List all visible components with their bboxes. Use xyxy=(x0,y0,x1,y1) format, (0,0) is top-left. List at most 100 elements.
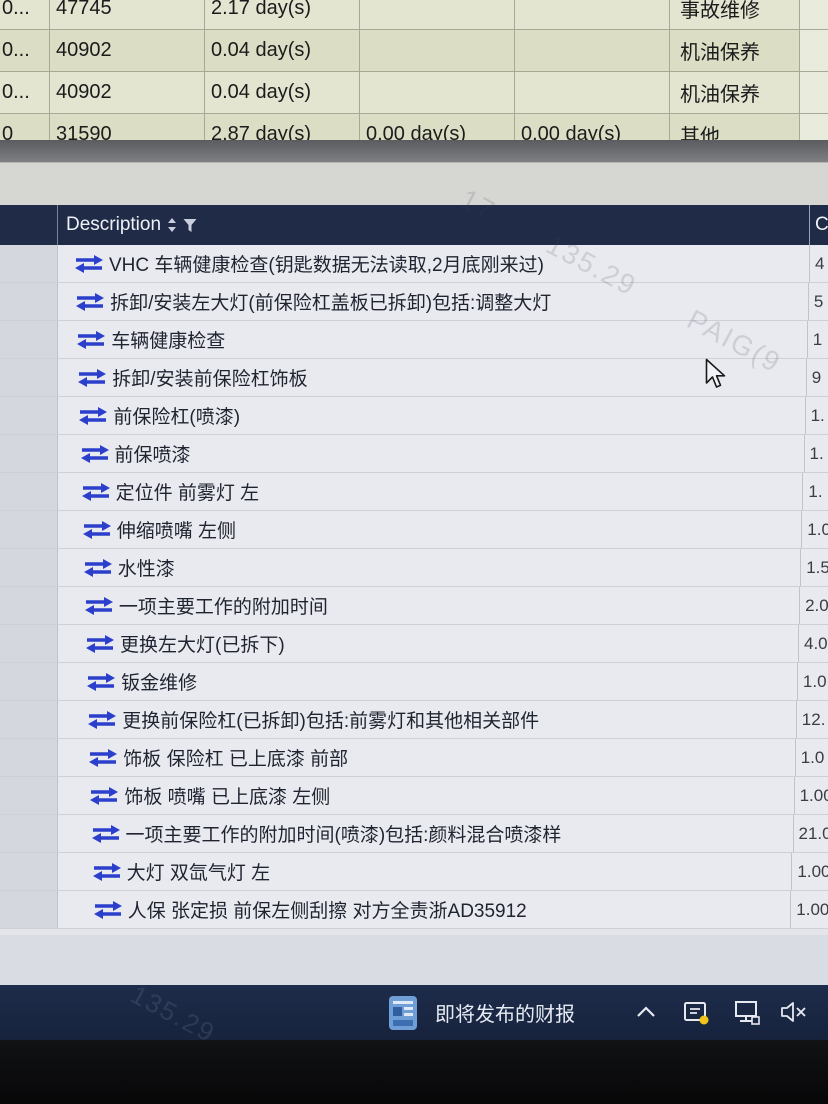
sort-icon[interactable] xyxy=(167,217,177,233)
value-cell: 2.0 xyxy=(805,595,828,615)
cell: 机油保养 xyxy=(670,72,800,113)
cell: 47745 xyxy=(50,0,205,29)
table-row[interactable]: 更换左大灯(已拆下) 4.0 xyxy=(0,625,828,663)
description-cell[interactable]: VHC 车辆健康检查(钥匙数据无法读取,2月底刚来过) xyxy=(58,245,810,282)
description-cell[interactable]: 前保险杠(喷漆) xyxy=(58,397,806,434)
description-cell[interactable]: 拆卸/安装左大灯(前保险杠盖板已拆卸)包括:调整大灯 xyxy=(58,283,809,320)
column-header-next[interactable]: C xyxy=(810,205,828,245)
cell: 0.00 day(s) xyxy=(515,114,670,140)
description-text: 一项主要工作的附加时间 xyxy=(118,597,328,618)
cell-empty xyxy=(800,30,828,71)
value-cell: 4.0 xyxy=(804,633,828,653)
table-row[interactable]: 饰板 保险杠 已上底漆 前部 1.0 xyxy=(0,739,828,777)
cell-empty xyxy=(800,114,828,140)
row-gutter xyxy=(0,321,58,358)
column-header-label: Description xyxy=(66,214,162,235)
value-cell: 12. xyxy=(801,709,826,729)
table-row[interactable]: 前保险杠(喷漆) 1. xyxy=(0,397,828,435)
description-cell[interactable]: 钣金维修 xyxy=(58,663,798,700)
table-row[interactable]: 饰板 喷嘴 已上底漆 左侧 1.00 xyxy=(0,777,828,815)
description-text: 前保喷漆 xyxy=(114,445,191,466)
row-gutter xyxy=(0,739,58,776)
table-row[interactable]: 拆卸/安装左大灯(前保险杠盖板已拆卸)包括:调整大灯 5 xyxy=(0,283,828,321)
row-gutter xyxy=(0,625,58,662)
network-icon[interactable] xyxy=(733,1000,761,1026)
table-row[interactable]: 0... 40902 0.04 day(s) 机油保养 xyxy=(0,30,828,72)
table-body: 0... 47745 2.17 day(s) 事故维修 0... 40902 0… xyxy=(0,0,828,140)
table-row[interactable]: 一项主要工作的附加时间(喷漆)包括:颜料混合喷漆样 21.0 xyxy=(0,815,828,853)
table-row[interactable]: 伸缩喷嘴 左侧 1.0 xyxy=(0,511,828,549)
value-cell: 1.0 xyxy=(807,519,828,539)
swap-icon[interactable] xyxy=(89,786,119,805)
value-cell: 5 xyxy=(813,291,824,311)
swap-icon[interactable] xyxy=(77,368,107,387)
description-cell[interactable]: 定位件 前雾灯 左 xyxy=(58,473,804,510)
description-cell[interactable]: 一项主要工作的附加时间(喷漆)包括:颜料混合喷漆样 xyxy=(58,815,794,852)
swap-icon[interactable] xyxy=(88,748,118,767)
cell: 0... xyxy=(0,0,50,29)
table-row[interactable]: 水性漆 1.5 xyxy=(0,549,828,587)
news-widget-icon[interactable] xyxy=(388,995,418,1031)
table-row[interactable]: 0... 40902 0.04 day(s) 机油保养 xyxy=(0,72,828,114)
news-widget-text[interactable]: 即将发布的财报 xyxy=(435,985,575,1040)
swap-icon[interactable] xyxy=(87,710,117,729)
description-cell[interactable]: 拆卸/安装前保险杠饰板 xyxy=(58,359,807,396)
swap-icon[interactable] xyxy=(92,862,122,881)
swap-icon[interactable] xyxy=(75,292,105,311)
description-text: 饰板 喷嘴 已上底漆 左侧 xyxy=(124,787,331,808)
table-row[interactable]: 更换前保险杠(已拆卸)包括:前雾灯和其他相关部件 12. xyxy=(0,701,828,739)
table-row[interactable]: 0... 47745 2.17 day(s) 事故维修 xyxy=(0,0,828,30)
speaker-muted-icon[interactable] xyxy=(780,1000,808,1024)
description-cell[interactable]: 车辆健康检查 xyxy=(58,321,808,358)
filter-icon[interactable] xyxy=(183,218,197,233)
horizontal-scrollbar[interactable] xyxy=(0,140,828,162)
tray-app-icon[interactable] xyxy=(683,1000,711,1026)
swap-icon[interactable] xyxy=(74,254,104,273)
table-row[interactable]: VHC 车辆健康检查(钥匙数据无法读取,2月底刚来过) 4 xyxy=(0,245,828,283)
table-row[interactable]: 人保 张定损 前保左侧刮擦 对方全责浙AD35912 1.00 xyxy=(0,891,828,929)
chevron-up-icon[interactable] xyxy=(636,1006,656,1018)
table-row[interactable]: 拆卸/安装前保险杠饰板 9 xyxy=(0,359,828,397)
description-text: 饰板 保险杠 已上底漆 前部 xyxy=(123,749,349,770)
description-cell[interactable]: 一项主要工作的附加时间 xyxy=(58,587,801,624)
swap-icon[interactable] xyxy=(76,330,106,349)
table-row[interactable]: 钣金维修 1.0 xyxy=(0,663,828,701)
description-cell[interactable]: 更换前保险杠(已拆卸)包括:前雾灯和其他相关部件 xyxy=(58,701,797,738)
table-row[interactable]: 大灯 双氙气灯 左 1.00 xyxy=(0,853,828,891)
swap-icon[interactable] xyxy=(85,634,115,653)
cell xyxy=(515,30,670,71)
description-cell[interactable]: 饰板 喷嘴 已上底漆 左侧 xyxy=(58,777,795,814)
value-cell: 1 xyxy=(812,329,823,349)
table-row[interactable]: 车辆健康检查 1 xyxy=(0,321,828,359)
description-cell[interactable]: 伸缩喷嘴 左侧 xyxy=(58,511,803,548)
description-cell[interactable]: 水性漆 xyxy=(58,549,802,586)
swap-icon[interactable] xyxy=(84,596,114,615)
description-text: 拆卸/安装左大灯(前保险杠盖板已拆卸)包括:调整大灯 xyxy=(110,293,552,314)
swap-icon[interactable] xyxy=(81,482,111,501)
swap-icon[interactable] xyxy=(80,444,110,463)
description-cell[interactable]: 前保喷漆 xyxy=(58,435,805,472)
swap-icon[interactable] xyxy=(78,406,108,425)
swap-icon[interactable] xyxy=(83,558,113,577)
swap-icon[interactable] xyxy=(86,672,116,691)
cell: 机油保养 xyxy=(670,30,800,71)
column-header-description[interactable]: Description xyxy=(58,205,810,245)
swap-icon[interactable] xyxy=(93,900,123,919)
screen: 0... 47745 2.17 day(s) 事故维修 0... 40902 0… xyxy=(0,0,828,1040)
mouse-cursor-icon xyxy=(705,358,727,395)
table-header: Description C xyxy=(0,205,828,245)
swap-icon[interactable] xyxy=(91,824,121,843)
description-text: VHC 车辆健康检查(钥匙数据无法读取,2月底刚来过) xyxy=(109,255,544,276)
table-row[interactable]: 前保喷漆 1. xyxy=(0,435,828,473)
description-text: 更换前保险杠(已拆卸)包括:前雾灯和其他相关部件 xyxy=(122,711,540,732)
swap-icon[interactable] xyxy=(82,520,112,539)
description-cell[interactable]: 更换左大灯(已拆下) xyxy=(58,625,799,662)
description-cell[interactable]: 大灯 双氙气灯 左 xyxy=(58,853,793,890)
table-row[interactable]: 一项主要工作的附加时间 2.0 xyxy=(0,587,828,625)
table-row[interactable]: 定位件 前雾灯 左 1. xyxy=(0,473,828,511)
cell: 40902 xyxy=(50,72,205,113)
description-cell[interactable]: 饰板 保险杠 已上底漆 前部 xyxy=(58,739,796,776)
table-row[interactable]: 0 31590 2.87 day(s) 0.00 day(s) 0.00 day… xyxy=(0,114,828,140)
value-cell: 1.0 xyxy=(800,747,825,767)
description-cell[interactable]: 人保 张定损 前保左侧刮擦 对方全责浙AD35912 xyxy=(58,891,792,928)
